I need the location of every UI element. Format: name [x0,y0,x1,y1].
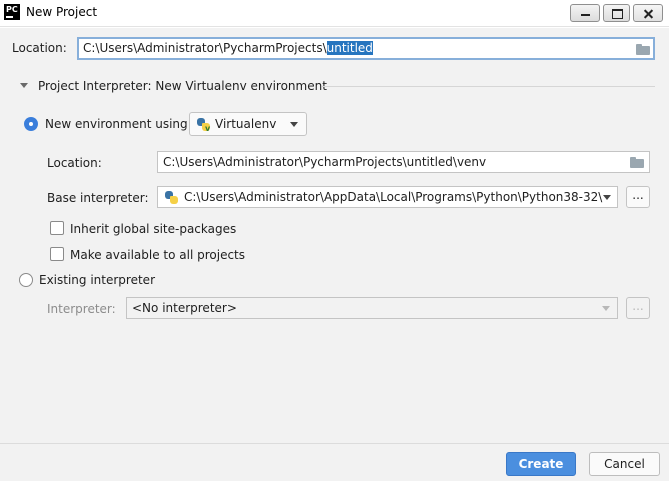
pycharm-app-icon: PC [4,4,20,20]
inherit-site-packages-label: Inherit global site-packages [70,222,237,236]
venv-location-value: C:\Users\Administrator\PycharmProjects\u… [163,155,487,169]
section-collapse-arrow-icon[interactable] [20,83,28,88]
close-button[interactable] [633,4,663,22]
existing-interpreter-radio[interactable] [19,273,33,287]
maximize-button[interactable] [603,4,630,22]
new-environment-radio[interactable] [24,117,38,131]
app-icon-text: PC [6,5,18,14]
title-bar: PC New Project [0,0,669,27]
create-button[interactable]: Create [506,452,576,476]
base-interpreter-value: C:\Users\Administrator\AppData\Local\Pro… [184,190,603,204]
base-interpreter-label: Base interpreter: [47,191,149,205]
location-path-selected: untitled [326,41,373,55]
dialog-content: Location: C:\Users\Administrator\Pycharm… [0,28,669,443]
window-title: New Project [26,5,98,19]
chevron-down-icon [602,306,610,311]
base-interpreter-dropdown[interactable]: C:\Users\Administrator\AppData\Local\Pro… [157,186,618,208]
make-available-checkbox[interactable] [50,247,64,261]
python-icon [165,191,178,204]
environment-tool-value: Virtualenv [215,117,277,131]
dialog-footer: Create Cancel [0,444,669,481]
interpreter-value: <No interpreter> [132,301,237,315]
new-environment-label: New environment using [45,117,188,131]
chevron-down-icon [290,122,298,127]
virtualenv-icon: v [197,118,210,133]
section-divider [322,86,655,87]
chevron-down-icon [603,195,611,200]
interpreter-section-header[interactable]: Project Interpreter: New Virtualenv envi… [38,79,327,93]
browse-folder-icon[interactable] [630,157,644,168]
location-path-prefix: C:\Users\Administrator\PycharmProjects\ [83,41,327,55]
venv-location-label: Location: [47,156,102,170]
interpreter-browse-button[interactable]: ... [626,297,650,319]
existing-interpreter-label: Existing interpreter [39,273,155,287]
browse-folder-icon[interactable] [636,44,650,55]
make-available-label: Make available to all projects [70,248,246,262]
location-label: Location: [12,41,67,55]
interpreter-dropdown[interactable]: <No interpreter> [126,297,618,319]
location-input[interactable]: C:\Users\Administrator\PycharmProjects\u… [77,37,655,60]
base-interpreter-browse-button[interactable]: ... [626,186,650,208]
venv-location-input[interactable]: C:\Users\Administrator\PycharmProjects\u… [157,151,650,173]
interpreter-label: Interpreter: [47,302,116,316]
cancel-button[interactable]: Cancel [589,452,660,476]
inherit-site-packages-checkbox[interactable] [50,221,64,235]
minimize-button[interactable] [570,4,600,22]
environment-tool-dropdown[interactable]: v Virtualenv [189,112,307,136]
